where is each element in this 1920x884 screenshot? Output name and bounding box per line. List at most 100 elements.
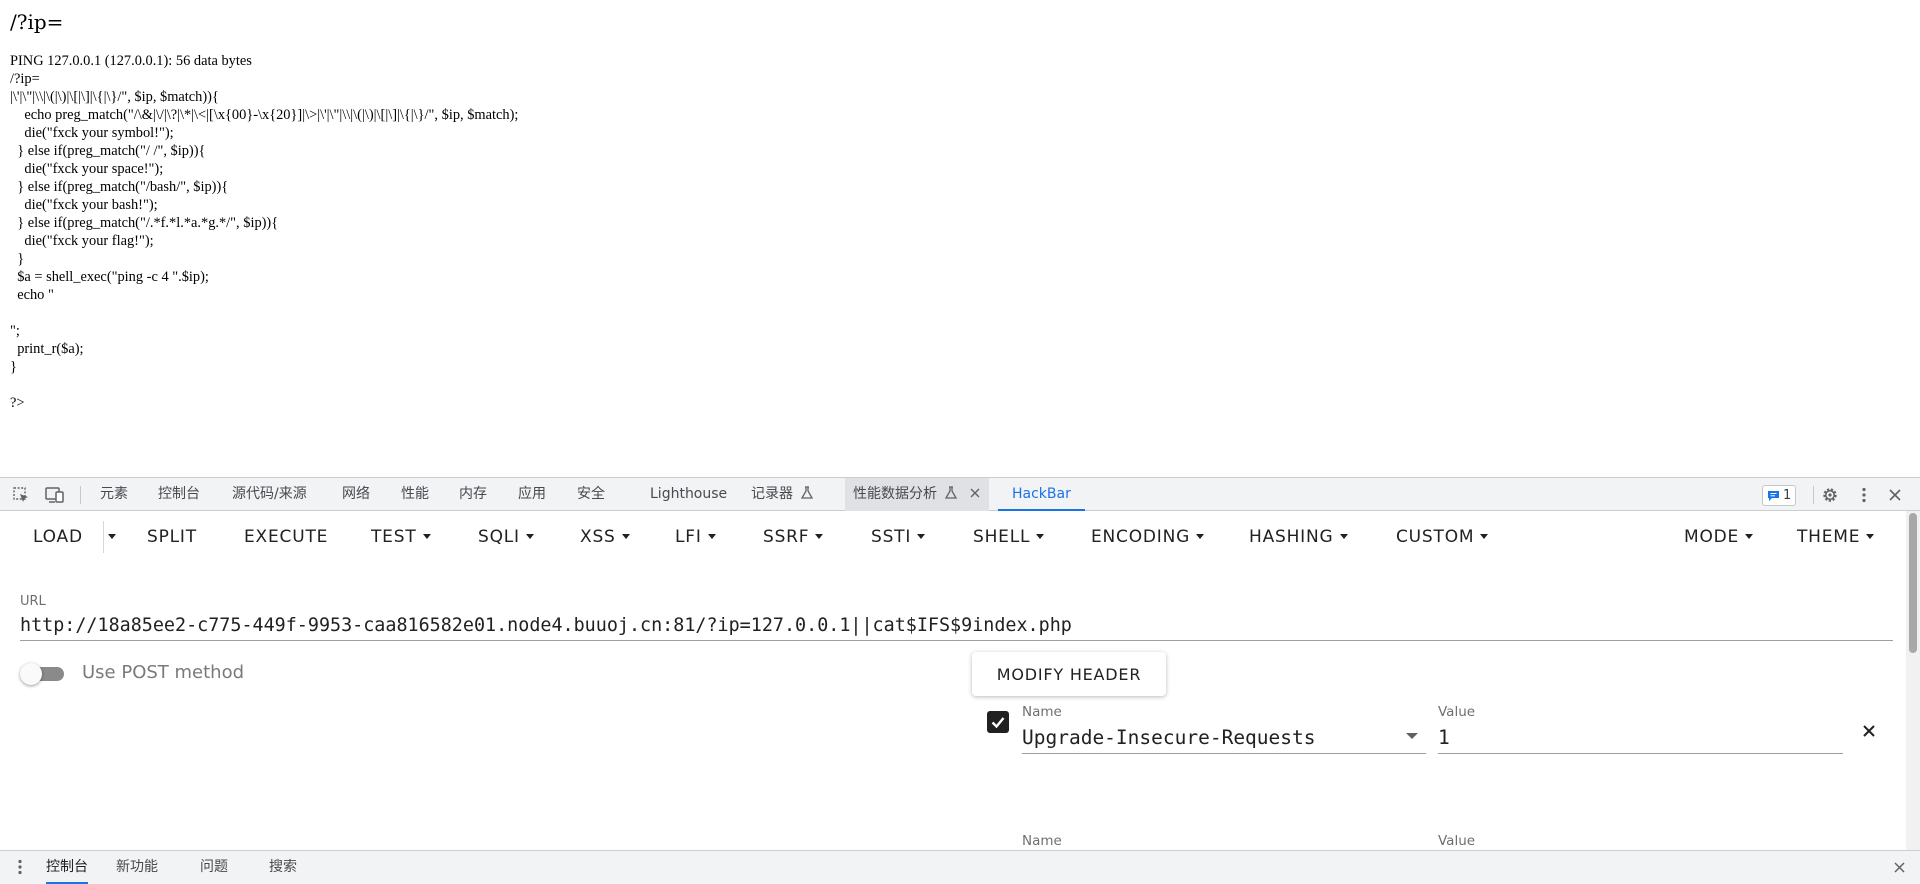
tab-sources[interactable]: 源代码/来源: [232, 478, 307, 511]
load-dropdown-button[interactable]: [104, 522, 124, 552]
chevron-down-icon: [621, 533, 630, 539]
tab-security[interactable]: 安全: [577, 478, 605, 511]
encoding-menu-button[interactable]: ENCODING: [1091, 522, 1205, 552]
chevron-down-icon: [422, 533, 431, 539]
inspect-element-icon[interactable]: [10, 484, 32, 506]
tab-elements[interactable]: 元素: [100, 478, 128, 511]
theme-menu-label: THEME: [1797, 527, 1861, 547]
tab-network[interactable]: 网络: [342, 478, 370, 511]
lfi-menu-label: LFI: [675, 527, 702, 547]
tab-lighthouse[interactable]: Lighthouse: [650, 478, 727, 511]
chevron-down-icon: [707, 533, 716, 539]
page-source-output: PING 127.0.0.1 (127.0.0.1): 56 data byte…: [10, 53, 519, 411]
url-input[interactable]: [20, 610, 1893, 641]
drawer-tab-whats-new[interactable]: 新功能: [116, 851, 158, 884]
settings-gear-icon[interactable]: [1819, 484, 1841, 506]
tab-performance-insights-label: 性能数据分析: [853, 486, 937, 502]
lfi-menu-button[interactable]: LFI: [675, 522, 716, 552]
url-label: URL: [20, 594, 46, 609]
header-name-select[interactable]: Upgrade-Insecure-Requests: [1022, 723, 1426, 754]
mode-menu-button[interactable]: MODE: [1684, 522, 1754, 552]
chevron-down-icon: [1196, 533, 1205, 539]
toggle-knob: [20, 663, 42, 685]
execute-button[interactable]: EXECUTE: [244, 522, 328, 552]
devtools-panel: 元素 控制台 源代码/来源 网络 性能 内存 应用 安全 Lighthouse …: [0, 477, 1920, 884]
chevron-down-icon: [1339, 533, 1348, 539]
toolbar-divider: [80, 486, 81, 504]
issues-badge[interactable]: 1: [1762, 485, 1797, 506]
custom-menu-button[interactable]: CUSTOM: [1396, 522, 1489, 552]
devtools-drawer-tabbar: 控制台 新功能 问题 搜索: [0, 850, 1920, 884]
header-name-label: Name: [1022, 833, 1062, 849]
shell-menu-label: SHELL: [973, 527, 1031, 547]
remove-header-icon[interactable]: [1857, 719, 1881, 743]
header-enabled-checkbox[interactable]: [987, 711, 1009, 733]
tab-recorder[interactable]: 记录器: [751, 478, 814, 511]
chevron-down-icon: [815, 533, 824, 539]
chevron-down-icon: [1036, 533, 1045, 539]
tab-hackbar[interactable]: HackBar: [998, 478, 1085, 511]
sqli-menu-label: SQLI: [478, 527, 520, 547]
flask-icon: [801, 486, 814, 499]
custom-menu-label: CUSTOM: [1396, 527, 1475, 547]
hackbar-scrollbar[interactable]: [1906, 511, 1920, 850]
hashing-menu-button[interactable]: HASHING: [1249, 522, 1348, 552]
scrollbar-thumb[interactable]: [1909, 513, 1917, 653]
tab-recorder-label: 记录器: [751, 486, 793, 502]
theme-menu-button[interactable]: THEME: [1797, 522, 1875, 552]
toolbar-divider: [1813, 486, 1814, 504]
hackbar-panel: LOAD SPLIT EXECUTE TEST SQLI XSS LFI SSR…: [0, 511, 1920, 850]
chevron-down-icon: [108, 533, 116, 539]
drawer-tab-search[interactable]: 搜索: [269, 851, 297, 884]
chevron-down-icon: [1866, 533, 1875, 539]
sqli-menu-button[interactable]: SQLI: [478, 522, 534, 552]
header-value-input[interactable]: 1: [1438, 723, 1843, 754]
issues-count: 1: [1783, 488, 1792, 503]
drawer-menu-icon[interactable]: [9, 856, 31, 878]
post-method-toggle[interactable]: [20, 662, 68, 686]
tab-application[interactable]: 应用: [518, 478, 546, 511]
xss-menu-label: XSS: [580, 527, 616, 547]
device-toolbar-icon[interactable]: [44, 484, 66, 506]
header-value-label: Value: [1438, 704, 1476, 720]
page-heading: /?ip=: [10, 10, 64, 34]
devtools-tabbar: 元素 控制台 源代码/来源 网络 性能 内存 应用 安全 Lighthouse …: [0, 477, 1920, 511]
ssrf-menu-label: SSRF: [763, 527, 810, 547]
close-devtools-icon[interactable]: [1884, 484, 1906, 506]
shell-menu-button[interactable]: SHELL: [973, 522, 1045, 552]
drawer-tab-issues[interactable]: 问题: [200, 851, 228, 884]
header-value-label: Value: [1438, 833, 1476, 849]
page-content: /?ip= PING 127.0.0.1 (127.0.0.1): 56 dat…: [0, 0, 1920, 477]
more-options-icon[interactable]: [1853, 484, 1875, 506]
ssrf-menu-button[interactable]: SSRF: [763, 522, 824, 552]
checkmark-icon: [991, 717, 1005, 729]
hashing-menu-label: HASHING: [1249, 527, 1334, 547]
close-tab-icon[interactable]: [969, 487, 981, 499]
split-button[interactable]: SPLIT: [147, 522, 197, 552]
encoding-menu-label: ENCODING: [1091, 527, 1191, 547]
close-drawer-icon[interactable]: [1888, 856, 1910, 878]
load-button[interactable]: LOAD: [33, 522, 83, 552]
tab-memory[interactable]: 内存: [459, 478, 487, 511]
chevron-down-icon: [1745, 533, 1754, 539]
message-icon: [1768, 490, 1779, 501]
ssti-menu-button[interactable]: SSTI: [871, 522, 926, 552]
tab-performance[interactable]: 性能: [401, 478, 429, 511]
chevron-down-icon: [1406, 733, 1418, 739]
test-menu-label: TEST: [371, 527, 417, 547]
xss-menu-button[interactable]: XSS: [580, 522, 630, 552]
post-method-label: Use POST method: [82, 662, 245, 683]
flask-icon: [945, 486, 958, 499]
chevron-down-icon: [917, 533, 926, 539]
header-name-label: Name: [1022, 704, 1062, 720]
mode-menu-label: MODE: [1684, 527, 1740, 547]
modify-header-button[interactable]: MODIFY HEADER: [972, 652, 1166, 696]
tab-console[interactable]: 控制台: [158, 478, 200, 511]
hackbar-toolbar: LOAD SPLIT EXECUTE TEST SQLI XSS LFI SSR…: [0, 511, 1920, 563]
tab-performance-insights[interactable]: 性能数据分析: [845, 478, 989, 511]
chevron-down-icon: [1480, 533, 1489, 539]
test-menu-button[interactable]: TEST: [371, 522, 431, 552]
drawer-tab-console[interactable]: 控制台: [46, 851, 88, 884]
ssti-menu-label: SSTI: [871, 527, 912, 547]
chevron-down-icon: [525, 533, 534, 539]
